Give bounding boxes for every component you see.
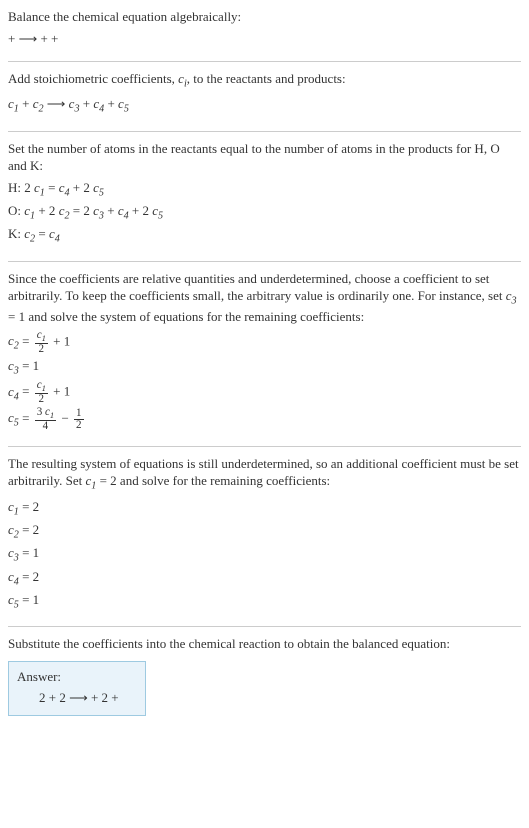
mid: + 2	[35, 203, 59, 218]
eq-H: H: 2 c1 = c4 + 2 c5	[8, 179, 521, 200]
frac-1-2: 12	[74, 408, 84, 431]
s: 1	[42, 383, 46, 393]
divider	[8, 131, 521, 132]
eq: = 2	[70, 203, 94, 218]
sec4-para: The resulting system of equations is sti…	[8, 455, 521, 494]
c5-s: 5	[124, 104, 129, 115]
eq: =	[19, 384, 33, 399]
answer-label: Answer:	[17, 668, 119, 686]
den: 2	[35, 393, 48, 405]
divider	[8, 446, 521, 447]
s: 3	[512, 296, 517, 307]
answer-box: Answer: 2 + 2 ⟶ + 2 +	[8, 661, 146, 716]
sec1-line1: Add stoichiometric coefficients, ci, to …	[8, 70, 521, 91]
tail: + 1	[50, 384, 70, 399]
sec1-text-b: , to the reactants and products:	[187, 71, 346, 86]
sec1-eq: c1 + c2 ⟶ c3 + c4 + c5	[8, 95, 521, 116]
mid: +	[104, 203, 118, 218]
sec1-text-a: Add stoichiometric coefficients,	[8, 71, 178, 86]
num3: 3	[37, 406, 45, 418]
eq-c3f: c3 = 1	[8, 544, 521, 565]
num: 1	[74, 408, 84, 419]
frac-c1-2: c12	[35, 330, 48, 355]
den: 2	[35, 343, 48, 355]
sec3-text: Since the coefficients are relative quan…	[8, 271, 506, 304]
eq: =	[19, 333, 33, 348]
s: 1	[50, 410, 54, 420]
eq-c3: c3 = 1	[8, 357, 521, 378]
intro-eq: + ⟶ + +	[8, 30, 521, 48]
O-label: O:	[8, 203, 24, 218]
den: 4	[35, 420, 57, 432]
answer-eq: 2 + 2 ⟶ + 2 +	[17, 685, 119, 709]
mid: + 2	[70, 180, 94, 195]
sec5-para: Substitute the coefficients into the che…	[8, 635, 521, 653]
s: 5	[158, 211, 163, 222]
eq-K: K: c2 = c4	[8, 225, 521, 246]
s: 4	[55, 234, 60, 245]
divider	[8, 261, 521, 262]
eq-c5f: c5 = 1	[8, 591, 521, 612]
den: 2	[74, 419, 84, 431]
plus1: +	[19, 96, 33, 111]
v: = 2	[19, 569, 39, 584]
s: 1	[42, 333, 46, 343]
eq: =	[35, 226, 49, 241]
mid: + 2	[129, 203, 153, 218]
divider	[8, 626, 521, 627]
intro-line1: Balance the chemical equation algebraica…	[8, 8, 521, 26]
frac-3c1-4: 3 c14	[35, 407, 57, 432]
eq-c2f: c2 = 2	[8, 521, 521, 542]
s: 5	[99, 187, 104, 198]
eq-c5: c5 = 3 c14 − 12	[8, 407, 521, 432]
eq-c1f: c1 = 2	[8, 498, 521, 519]
plus3: +	[104, 96, 118, 111]
plus2: +	[80, 96, 94, 111]
H-lhs: 2	[24, 180, 34, 195]
sec2-line1: Set the number of atoms in the reactants…	[8, 140, 521, 175]
sec4-tail: = 2 and solve for the remaining coeffici…	[96, 473, 330, 488]
eq-c4: c4 = c12 + 1	[8, 380, 521, 405]
v: = 1	[19, 545, 39, 560]
v: = 1	[19, 592, 39, 607]
arrow: ⟶	[44, 96, 69, 111]
K-label: K:	[8, 226, 24, 241]
eq-O: O: c1 + 2 c2 = 2 c3 + c4 + 2 c5	[8, 202, 521, 223]
eq-c2: c2 = c12 + 1	[8, 330, 521, 355]
v: = 2	[19, 522, 39, 537]
minus: −	[58, 410, 72, 425]
H-label: H:	[8, 180, 24, 195]
v: = 2	[19, 499, 39, 514]
frac-c1-2b: c12	[35, 380, 48, 405]
eq: =	[45, 180, 59, 195]
divider	[8, 61, 521, 62]
eq-c4f: c4 = 2	[8, 568, 521, 589]
tail: + 1	[50, 333, 70, 348]
tail: = 1	[19, 358, 39, 373]
eq: =	[19, 410, 33, 425]
sec3-para: Since the coefficients are relative quan…	[8, 270, 521, 326]
sec3-tail: = 1 and solve the system of equations fo…	[8, 309, 364, 324]
